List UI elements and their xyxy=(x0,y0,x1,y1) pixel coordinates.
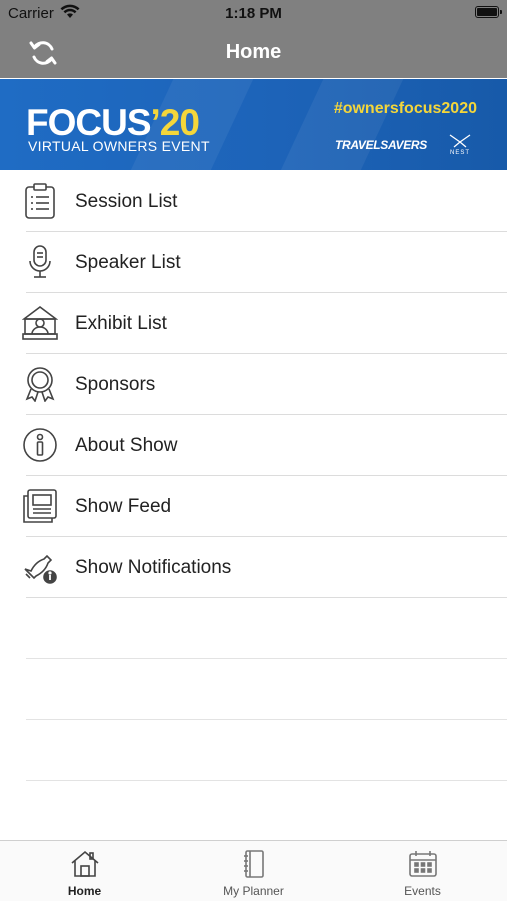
tab-bar: Home My Planner Events xyxy=(0,840,507,901)
home-icon xyxy=(71,850,99,877)
menu-item-sponsors[interactable]: Sponsors xyxy=(0,354,507,415)
menu-list: Session List Speaker List Exhibit List S… xyxy=(0,171,507,781)
notebook-icon xyxy=(244,850,264,878)
menu-item-show-feed[interactable]: Show Feed xyxy=(0,476,507,537)
menu-item-label: Session List xyxy=(75,191,178,212)
newspaper-icon xyxy=(22,488,58,524)
logo-year: ’20 xyxy=(150,102,200,143)
banner-subtitle: VIRTUAL OWNERS EVENT xyxy=(28,138,210,154)
svg-text:NEST: NEST xyxy=(450,150,470,155)
menu-item-exhibit-list[interactable]: Exhibit List xyxy=(0,293,507,354)
clipboard-list-icon xyxy=(22,183,58,219)
menu-item-label: Sponsors xyxy=(75,374,156,395)
empty-row xyxy=(0,659,507,720)
travelsavers-logo: TRAVELSAVERS xyxy=(335,138,427,152)
bell-info-icon xyxy=(22,549,58,585)
event-banner: FOCUS’20 VIRTUAL OWNERS EVENT #ownersfoc… xyxy=(0,79,507,170)
calendar-icon xyxy=(409,851,437,877)
info-icon xyxy=(22,427,58,463)
banner-stripe xyxy=(267,79,413,170)
battery-icon xyxy=(475,6,502,18)
award-ribbon-icon xyxy=(22,366,58,403)
tab-my-planner[interactable]: My Planner xyxy=(169,841,338,901)
menu-item-session-list[interactable]: Session List xyxy=(0,171,507,232)
tab-label: Home xyxy=(67,884,102,898)
menu-item-show-notifications[interactable]: Show Notifications xyxy=(0,537,507,598)
tab-home[interactable]: Home xyxy=(0,841,169,901)
banner-hashtag: #ownersfocus2020 xyxy=(333,100,477,117)
tab-events[interactable]: Events xyxy=(338,841,507,901)
navigation-bar: Home xyxy=(0,28,507,78)
clock: 1:18 PM xyxy=(225,5,282,22)
divider xyxy=(26,780,507,781)
menu-item-speaker-list[interactable]: Speaker List xyxy=(0,232,507,293)
empty-row xyxy=(0,720,507,781)
exhibit-booth-icon xyxy=(21,305,59,341)
menu-item-label: Exhibit List xyxy=(75,313,167,334)
menu-item-label: Show Feed xyxy=(75,496,172,517)
menu-item-about-show[interactable]: About Show xyxy=(0,415,507,476)
nest-logo: NEST xyxy=(442,133,478,156)
logo-text: FOCUS xyxy=(26,102,151,143)
banner-logo: FOCUS’20 xyxy=(26,102,200,143)
page-title: Home xyxy=(225,41,282,63)
menu-item-label: About Show xyxy=(75,435,178,456)
status-bar: Carrier 1:18 PM xyxy=(0,0,507,28)
menu-item-label: Speaker List xyxy=(75,252,181,273)
menu-item-label: Show Notifications xyxy=(75,557,232,578)
microphone-icon xyxy=(22,244,58,280)
empty-row xyxy=(0,598,507,659)
tab-label: Events xyxy=(404,884,441,898)
tab-label: My Planner xyxy=(223,884,284,898)
